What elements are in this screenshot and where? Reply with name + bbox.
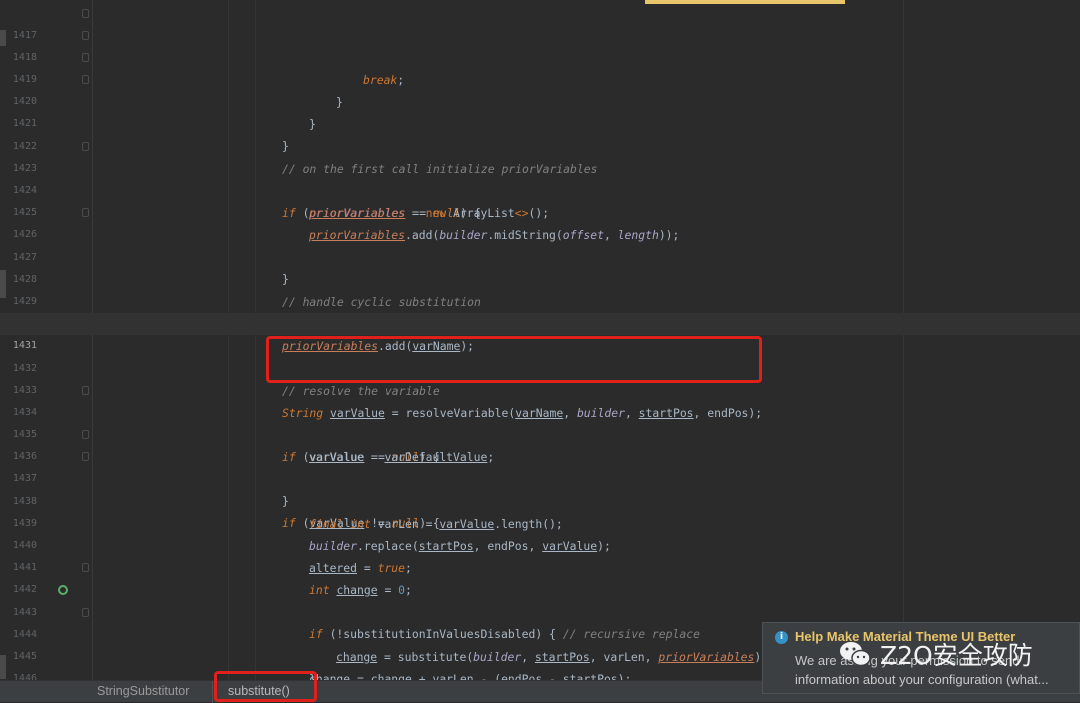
code-editor[interactable]: 1417 break; 1418 } 1419 } 1420 } 1421 14…: [0, 0, 1080, 680]
code-line: 1418 }: [0, 25, 1080, 109]
wechat-icon: [840, 642, 871, 667]
code-text: change = change + varLen - (endPos - sta…: [309, 672, 632, 680]
code-line: 1435 varValue = varDefaultValue;: [0, 402, 1080, 464]
code-line: 1426 }: [0, 202, 1080, 286]
code-line: 1421: [0, 91, 1080, 129]
breadcrumb-class[interactable]: StringSubstitutor: [97, 684, 189, 698]
code-line: 1423 if (priorVariables == null) {: [0, 136, 1080, 220]
fold-marker-icon[interactable]: [82, 142, 89, 151]
code-line: 1427: [0, 225, 1080, 263]
code-line: 1425 priorVariables.add(builder.midStrin…: [0, 180, 1080, 242]
code-line: 1419 }: [0, 47, 1080, 131]
code-line: 1444 }: [0, 602, 1080, 680]
fold-marker-icon[interactable]: [82, 9, 89, 18]
highlight-box: [266, 336, 762, 383]
line-number: 1446: [12, 673, 37, 680]
code-line-current: 1431: [0, 313, 1080, 351]
fold-marker-icon[interactable]: [82, 53, 89, 62]
fold-marker-icon[interactable]: [82, 208, 89, 217]
code-line: 1436 }: [0, 424, 1080, 508]
code-line: 1434 if (varValue == null) {: [0, 380, 1080, 464]
fold-marker-icon[interactable]: [82, 386, 89, 395]
fold-marker-icon[interactable]: [82, 31, 89, 40]
code-line: 1440 altered = true;: [0, 513, 1080, 575]
code-line: 1420 }: [0, 69, 1080, 153]
watermark-text: Z2O安全攻防: [880, 641, 1033, 670]
code-line: 1441 int change = 0;: [0, 535, 1080, 597]
info-icon: i: [775, 631, 788, 644]
highlight-box: [214, 671, 317, 702]
code-line: 1428 // handle cyclic substitution: [0, 247, 1080, 309]
fold-marker-icon[interactable]: [82, 430, 89, 439]
code-line: 1429 checkCyclicSubstitution(varName, pr…: [0, 269, 1080, 331]
code-line: 1442 if (!substitutionInValuesDisabled) …: [0, 557, 1080, 641]
watermark: Z2O安全攻防: [838, 636, 1033, 672]
fold-marker-icon[interactable]: [82, 75, 89, 84]
code-line: 1424 priorVariables = new ArrayList<>();: [0, 158, 1080, 220]
fold-marker-icon[interactable]: [82, 563, 89, 572]
code-line: 1430 priorVariables.add(varName);: [0, 291, 1080, 353]
code-line: 1439 builder.replace(startPos, endPos, v…: [0, 491, 1080, 553]
fold-marker-icon[interactable]: [82, 608, 89, 617]
fold-marker-icon[interactable]: [82, 452, 89, 461]
breadcrumb-separator: [212, 681, 213, 703]
notification-line: information about your configuration (wh…: [795, 672, 1049, 687]
code-line: 1438 final int varLen = varValue.length(…: [0, 469, 1080, 531]
code-line: 1417 break;: [0, 3, 1080, 87]
recursive-call-icon[interactable]: [58, 585, 68, 595]
code-line: 1422 // on the first call initialize pri…: [0, 114, 1080, 176]
code-line: 1443 change = substitute(builder, startP…: [0, 580, 1080, 664]
code-line: 1437 if (varValue != null) {: [0, 446, 1080, 530]
